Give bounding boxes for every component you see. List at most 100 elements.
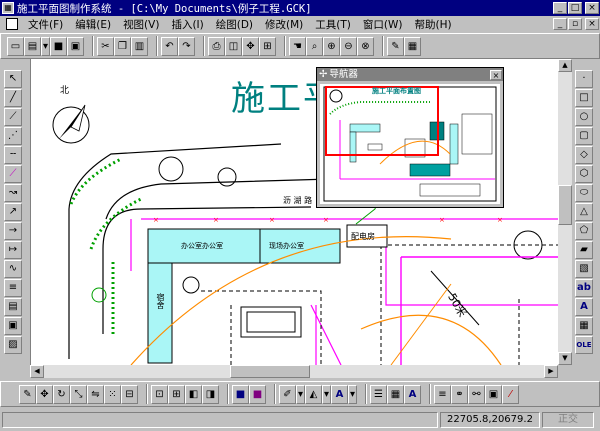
navigator-window[interactable]: ✢ 导航器 × 施工平面布置图 <box>316 67 504 208</box>
group-icon[interactable]: ⊡ <box>151 384 168 404</box>
menu-modify[interactable]: 修改(M) <box>259 17 309 32</box>
document-icon[interactable] <box>6 18 18 30</box>
hatch-icon[interactable]: ▧ <box>575 260 593 278</box>
dropdown-arrow-icon[interactable]: ▾ <box>322 384 331 404</box>
ungroup-icon[interactable]: ⊞ <box>168 384 185 404</box>
navigator-title-bar[interactable]: ✢ 导航器 × <box>317 68 503 81</box>
menu-view[interactable]: 视图(V) <box>117 17 165 32</box>
symbol-library-icon[interactable]: ▣ <box>485 384 502 404</box>
menu-help[interactable]: 帮助(H) <box>408 17 457 32</box>
menu-window[interactable]: 窗口(W) <box>357 17 409 32</box>
diamond-icon[interactable]: ◇ <box>575 146 593 164</box>
new-file-icon[interactable]: ▭ <box>7 36 24 56</box>
zoom-all-icon[interactable]: ⊗ <box>357 36 374 56</box>
menu-tools[interactable]: 工具(T) <box>309 17 357 32</box>
trim-icon[interactable]: ⊟ <box>121 384 138 404</box>
zoom-window-icon[interactable]: ⌕ <box>306 36 323 56</box>
circle-icon[interactable]: ○ <box>575 108 593 126</box>
ortho-mode-indicator[interactable]: 正交 <box>542 412 594 428</box>
dimension-icon[interactable]: ↦ <box>4 241 22 259</box>
ellipse-icon[interactable]: ⬭ <box>575 184 593 202</box>
menu-insert[interactable]: 插入(I) <box>165 17 209 32</box>
cut-icon[interactable]: ✂ <box>97 36 114 56</box>
horizontal-scrollbar[interactable]: ◀ ▶ <box>30 365 558 378</box>
mirror-icon[interactable]: ⇋ <box>87 384 104 404</box>
pan-icon[interactable]: ☚ <box>289 36 306 56</box>
arrow-line-icon[interactable]: ↗ <box>4 203 22 221</box>
railway-icon[interactable]: ≡ <box>4 279 22 297</box>
paint-bucket-icon[interactable]: ◭ <box>305 384 322 404</box>
zoom-out-icon[interactable]: ⊖ <box>340 36 357 56</box>
fill-color-icon[interactable]: ■ <box>249 384 266 404</box>
triangle-icon[interactable]: △ <box>575 203 593 221</box>
fence-line-icon[interactable]: ⟋ <box>4 165 22 183</box>
properties-icon[interactable]: ▦ <box>404 36 421 56</box>
text-style-icon[interactable]: A <box>404 384 421 404</box>
vertical-scrollbar[interactable]: ▲ ▼ <box>558 59 572 365</box>
font-icon[interactable]: A <box>575 298 593 316</box>
dash-line-icon[interactable]: ╌ <box>4 146 22 164</box>
doc-close-button[interactable]: × <box>585 18 599 30</box>
menu-file[interactable]: 文件(F) <box>22 17 69 32</box>
maximize-button[interactable]: □ <box>568 2 582 14</box>
dotted-line-icon[interactable]: ⋰ <box>4 127 22 145</box>
rectangle-icon[interactable]: □ <box>575 89 593 107</box>
text-color-icon[interactable]: A <box>331 384 348 404</box>
line-weight-icon[interactable]: ☰ <box>370 384 387 404</box>
menu-draw[interactable]: 绘图(D) <box>210 17 259 32</box>
navigator-preview[interactable]: 施工平面布置图 <box>320 84 500 204</box>
print-icon[interactable]: ⎙ <box>208 36 225 56</box>
minimize-button[interactable]: _ <box>553 2 567 14</box>
magic-wand-icon[interactable]: ⁄ <box>502 384 519 404</box>
image-icon[interactable]: ▨ <box>4 336 22 354</box>
bring-front-icon[interactable]: ◧ <box>185 384 202 404</box>
navigator-close-button[interactable]: × <box>490 69 502 80</box>
print-preview-icon[interactable]: ▣ <box>67 36 84 56</box>
fill-icon[interactable]: ▰ <box>575 241 593 259</box>
block-icon[interactable]: ▣ <box>4 317 22 335</box>
scale-icon[interactable]: ⤡ <box>70 384 87 404</box>
vertical-scroll-thumb[interactable] <box>558 185 572 225</box>
hatch-pattern-icon[interactable]: ▦ <box>387 384 404 404</box>
horizontal-scroll-thumb[interactable] <box>230 365 310 378</box>
select-arrow-icon[interactable]: ↖ <box>4 70 22 88</box>
ole-object-icon[interactable]: OLE <box>575 336 593 354</box>
grid-icon[interactable]: ⊞ <box>259 36 276 56</box>
chain-icon[interactable]: ⚯ <box>468 384 485 404</box>
save-icon[interactable]: ■ <box>50 36 67 56</box>
text-icon[interactable]: ab <box>575 279 593 297</box>
line-color-icon[interactable]: ■ <box>232 384 249 404</box>
polyline-icon[interactable]: ⟋ <box>4 108 22 126</box>
square-icon[interactable]: ▢ <box>575 127 593 145</box>
layer-icon[interactable]: ◫ <box>225 36 242 56</box>
zoom-in-icon[interactable]: ⊕ <box>323 36 340 56</box>
hexagon-icon[interactable]: ⬡ <box>575 165 593 183</box>
point-icon[interactable]: · <box>575 70 593 88</box>
close-button[interactable]: × <box>585 2 599 14</box>
pen-color-icon[interactable]: ✐ <box>279 384 296 404</box>
rail-track-icon[interactable]: ▤ <box>4 298 22 316</box>
link-icon[interactable]: ⚭ <box>451 384 468 404</box>
dropdown-arrow-icon[interactable]: ▾ <box>296 384 305 404</box>
copy-icon[interactable]: ❐ <box>114 36 131 56</box>
pencil-icon[interactable]: ✎ <box>387 36 404 56</box>
undo-icon[interactable]: ↶ <box>161 36 178 56</box>
rotate-icon[interactable]: ↻ <box>53 384 70 404</box>
edit-node-icon[interactable]: ✎ <box>19 384 36 404</box>
scroll-down-arrow-icon[interactable]: ▼ <box>558 352 572 365</box>
redo-icon[interactable]: ↷ <box>178 36 195 56</box>
list-icon[interactable]: ≡ <box>434 384 451 404</box>
table-icon[interactable]: ▦ <box>575 317 593 335</box>
scroll-up-arrow-icon[interactable]: ▲ <box>558 59 572 72</box>
curve-icon[interactable]: ↝ <box>4 184 22 202</box>
dropdown-arrow-icon[interactable]: ▾ <box>41 36 50 56</box>
open-folder-icon[interactable]: ▤ <box>24 36 41 56</box>
doc-restore-button[interactable]: ▫ <box>568 18 582 30</box>
send-back-icon[interactable]: ◨ <box>202 384 219 404</box>
double-arrow-icon[interactable]: → <box>4 222 22 240</box>
scroll-left-arrow-icon[interactable]: ◀ <box>30 365 44 378</box>
wave-icon[interactable]: ∿ <box>4 260 22 278</box>
menu-edit[interactable]: 编辑(E) <box>69 17 117 32</box>
move-icon[interactable]: ✥ <box>36 384 53 404</box>
dropdown-arrow-icon[interactable]: ▾ <box>348 384 357 404</box>
